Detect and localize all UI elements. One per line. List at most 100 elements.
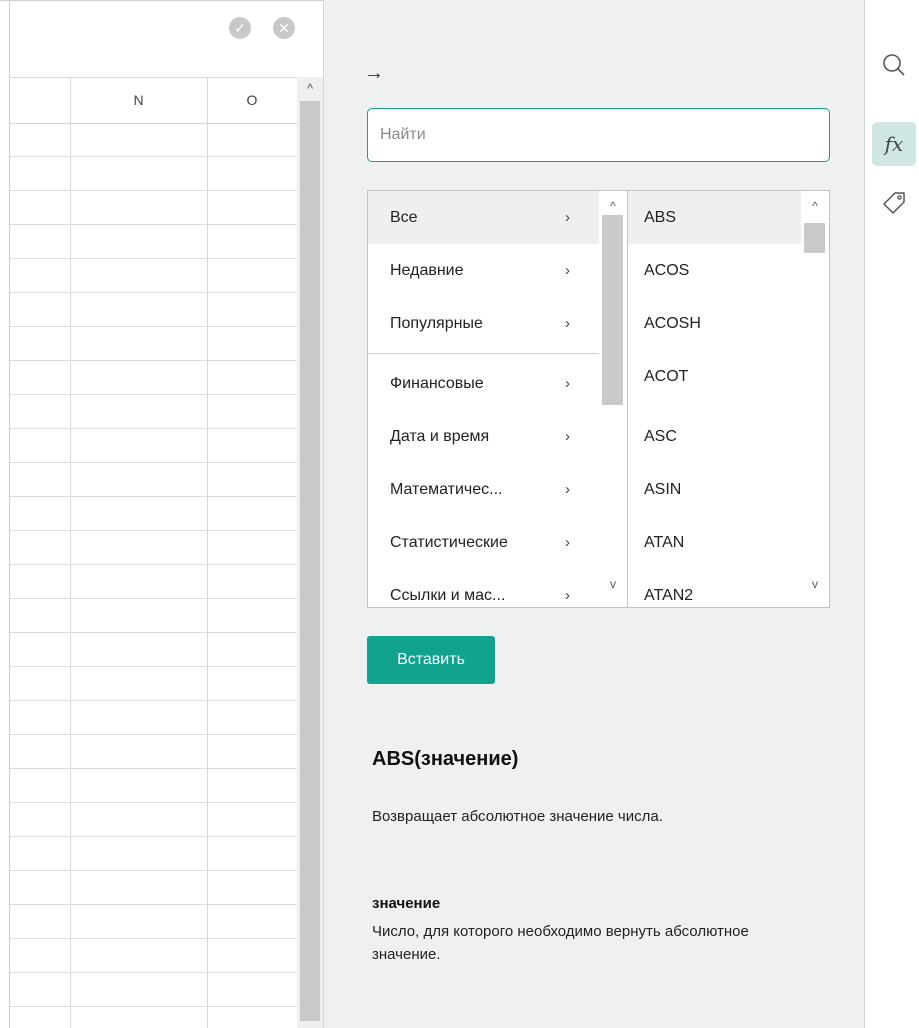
grid-row-line xyxy=(10,904,297,905)
function-item[interactable]: ASIN xyxy=(628,463,801,516)
chevron-right-icon: › xyxy=(565,315,570,332)
column-header-row: N O xyxy=(10,77,297,124)
grid-row-line xyxy=(10,870,297,871)
category-label: Математичес... xyxy=(390,481,503,498)
grid-row-line xyxy=(10,1006,297,1007)
function-list[interactable]: ABS ACOS ACOSH ACOT ASC ASIN ATAN ATAN2 xyxy=(628,191,801,607)
spreadsheet: ✓ ✕ N O ^ xyxy=(0,0,323,1028)
chevron-right-icon: › xyxy=(565,262,570,279)
grid-row-line xyxy=(10,768,297,769)
grid-row-line xyxy=(10,428,297,429)
category-scroll-thumb[interactable] xyxy=(602,215,623,405)
function-label: ATAN2 xyxy=(644,587,694,604)
chevron-right-icon: › xyxy=(565,428,570,445)
function-item[interactable]: ASC xyxy=(628,410,801,463)
function-scroll-thumb[interactable] xyxy=(804,223,825,253)
column-separator xyxy=(70,77,71,1028)
function-item[interactable]: ABS xyxy=(628,191,801,244)
function-panel: → Все › Недавние › Популярные › Финансов… xyxy=(323,0,864,1028)
check-icon[interactable]: ✓ xyxy=(229,17,251,39)
chevron-right-icon: › xyxy=(565,481,570,498)
category-label: Недавние xyxy=(390,262,464,279)
function-label: ACOSH xyxy=(644,315,701,332)
function-label: ACOS xyxy=(644,262,690,279)
column-header-n[interactable]: N xyxy=(70,78,207,123)
caret-down-icon[interactable]: v xyxy=(599,573,627,595)
category-item-popular[interactable]: Популярные › xyxy=(368,297,599,350)
column-separator xyxy=(207,77,208,1028)
argument-name: значение xyxy=(372,895,441,912)
category-label: Все xyxy=(390,209,418,226)
function-lists: Все › Недавние › Популярные › Финансовые… xyxy=(367,190,830,608)
caret-down-icon[interactable]: v xyxy=(801,573,829,595)
right-icon-bar: fx xyxy=(864,0,919,1028)
function-item[interactable]: ACOT xyxy=(628,350,801,403)
category-item-statistical[interactable]: Статистические › xyxy=(368,516,599,569)
caret-up-icon[interactable]: ^ xyxy=(599,195,627,217)
grid-row-line xyxy=(10,972,297,973)
function-signature: ABS(значение) xyxy=(372,748,519,770)
grid-row-line xyxy=(10,292,297,293)
category-scrollbar[interactable]: ^ v xyxy=(599,191,627,607)
grid-row-line xyxy=(10,224,297,225)
grid-row-line xyxy=(10,530,297,531)
grid-row-line xyxy=(10,394,297,395)
category-label: Ссылки и мас... xyxy=(390,587,506,604)
category-item-all[interactable]: Все › xyxy=(368,191,599,244)
category-label: Статистические xyxy=(390,534,508,551)
chevron-right-icon: › xyxy=(565,534,570,551)
grid-row-line xyxy=(10,666,297,667)
grid-row-line xyxy=(10,258,297,259)
grid-row-line xyxy=(10,938,297,939)
category-label: Дата и время xyxy=(390,428,490,445)
category-list[interactable]: Все › Недавние › Популярные › Финансовые… xyxy=(368,191,599,607)
function-description: Возвращает абсолютное значение числа. xyxy=(372,808,663,825)
grid-row-line xyxy=(10,360,297,361)
caret-up-icon[interactable]: ^ xyxy=(297,77,323,101)
category-item-financial[interactable]: Финансовые › xyxy=(368,357,599,410)
function-label: ACOT xyxy=(644,368,689,385)
category-item-datetime[interactable]: Дата и время › xyxy=(368,410,599,463)
function-fx-icon[interactable]: fx xyxy=(872,122,916,166)
function-item[interactable]: ATAN2 xyxy=(628,569,801,607)
argument-description: Число, для которого необходимо вернуть а… xyxy=(372,923,749,963)
function-label: ABS xyxy=(644,209,677,226)
grid-row-line xyxy=(10,326,297,327)
caret-up-icon[interactable]: ^ xyxy=(801,195,829,217)
category-item-lookup[interactable]: Ссылки и мас... › xyxy=(368,569,599,607)
sheet-left-border xyxy=(9,0,10,1028)
arrow-right-icon[interactable]: → xyxy=(364,62,384,85)
insert-button[interactable]: Вставить xyxy=(367,636,495,684)
function-label: ASC xyxy=(644,428,677,445)
category-divider xyxy=(368,353,599,354)
grid-row-line xyxy=(10,734,297,735)
chevron-right-icon: › xyxy=(565,375,570,392)
function-scrollbar[interactable]: ^ v xyxy=(801,191,829,607)
grid-row-line xyxy=(10,156,297,157)
tag-icon[interactable] xyxy=(872,190,916,234)
grid-row-line xyxy=(10,836,297,837)
category-label: Финансовые xyxy=(390,375,484,392)
close-icon[interactable]: ✕ xyxy=(273,17,295,39)
grid-row-line xyxy=(10,462,297,463)
function-item[interactable]: ACOSH xyxy=(628,297,801,350)
search-icon[interactable] xyxy=(872,52,916,96)
function-item[interactable]: ATAN xyxy=(628,516,801,569)
function-item[interactable]: ACOS xyxy=(628,244,801,297)
column-header-o[interactable]: O xyxy=(207,78,297,123)
function-label: ASIN xyxy=(644,481,682,498)
chevron-right-icon: › xyxy=(565,587,570,604)
category-item-recent[interactable]: Недавние › xyxy=(368,244,599,297)
grid-row-line xyxy=(10,496,297,497)
sheet-vertical-scrollbar[interactable]: ^ xyxy=(297,77,323,1028)
grid-row-line xyxy=(10,802,297,803)
sheet-scroll-thumb[interactable] xyxy=(300,101,320,1021)
formula-bar[interactable]: ✓ ✕ xyxy=(10,1,323,59)
grid-row-line xyxy=(10,564,297,565)
grid-row-line xyxy=(10,700,297,701)
search-input[interactable] xyxy=(367,108,830,162)
grid-row-line xyxy=(10,190,297,191)
category-item-math[interactable]: Математичес... › xyxy=(368,463,599,516)
grid-row-line xyxy=(10,598,297,599)
category-label: Популярные xyxy=(390,315,483,332)
